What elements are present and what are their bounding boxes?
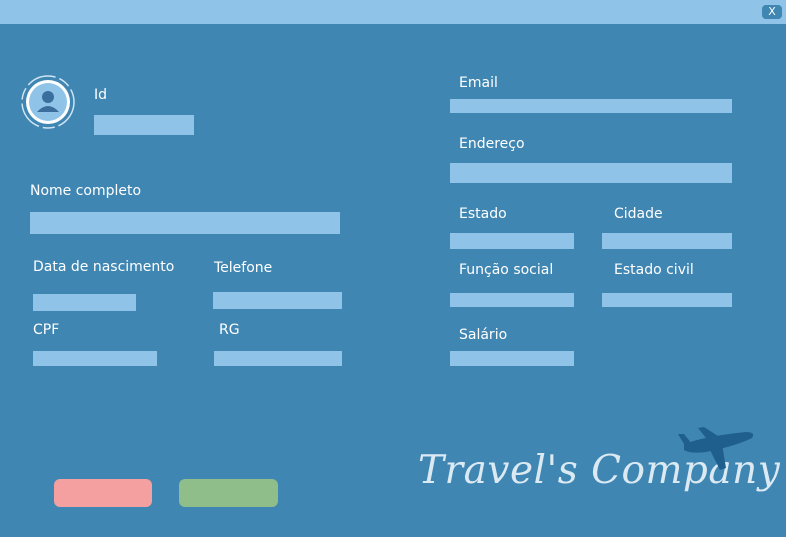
telefone-field[interactable]: [213, 292, 342, 309]
endereco-field[interactable]: [450, 163, 732, 183]
id-field[interactable]: [94, 115, 194, 135]
id-label: Id: [94, 87, 108, 103]
close-button[interactable]: X: [762, 5, 782, 19]
cidade-field[interactable]: [602, 233, 732, 249]
rg-label: RG: [219, 322, 240, 338]
user-avatar-icon: [20, 74, 76, 130]
funcao-social-field[interactable]: [450, 293, 574, 307]
salario-label: Salário: [459, 327, 508, 343]
nome-completo-label: Nome completo: [30, 183, 142, 199]
email-label: Email: [459, 75, 498, 91]
data-nascimento-label: Data de nascimento: [33, 259, 175, 275]
endereco-label: Endereço: [459, 136, 525, 152]
estado-field[interactable]: [450, 233, 574, 249]
telefone-label: Telefone: [214, 260, 273, 276]
cidade-label: Cidade: [614, 206, 663, 222]
funcao-social-label: Função social: [459, 262, 554, 278]
airplane-icon: [676, 424, 756, 474]
cpf-label: CPF: [33, 322, 60, 338]
nome-completo-field[interactable]: [30, 212, 340, 234]
estado-label: Estado: [459, 206, 507, 222]
rg-field[interactable]: [214, 351, 342, 366]
cpf-field[interactable]: [33, 351, 157, 366]
estado-civil-label: Estado civil: [614, 262, 694, 278]
save-button[interactable]: [179, 479, 278, 507]
salario-field[interactable]: [450, 351, 574, 366]
cancel-button[interactable]: [54, 479, 152, 507]
data-nascimento-field[interactable]: [33, 294, 136, 311]
title-bar: X: [0, 0, 786, 24]
estado-civil-field[interactable]: [602, 293, 732, 307]
email-field[interactable]: [450, 99, 732, 113]
